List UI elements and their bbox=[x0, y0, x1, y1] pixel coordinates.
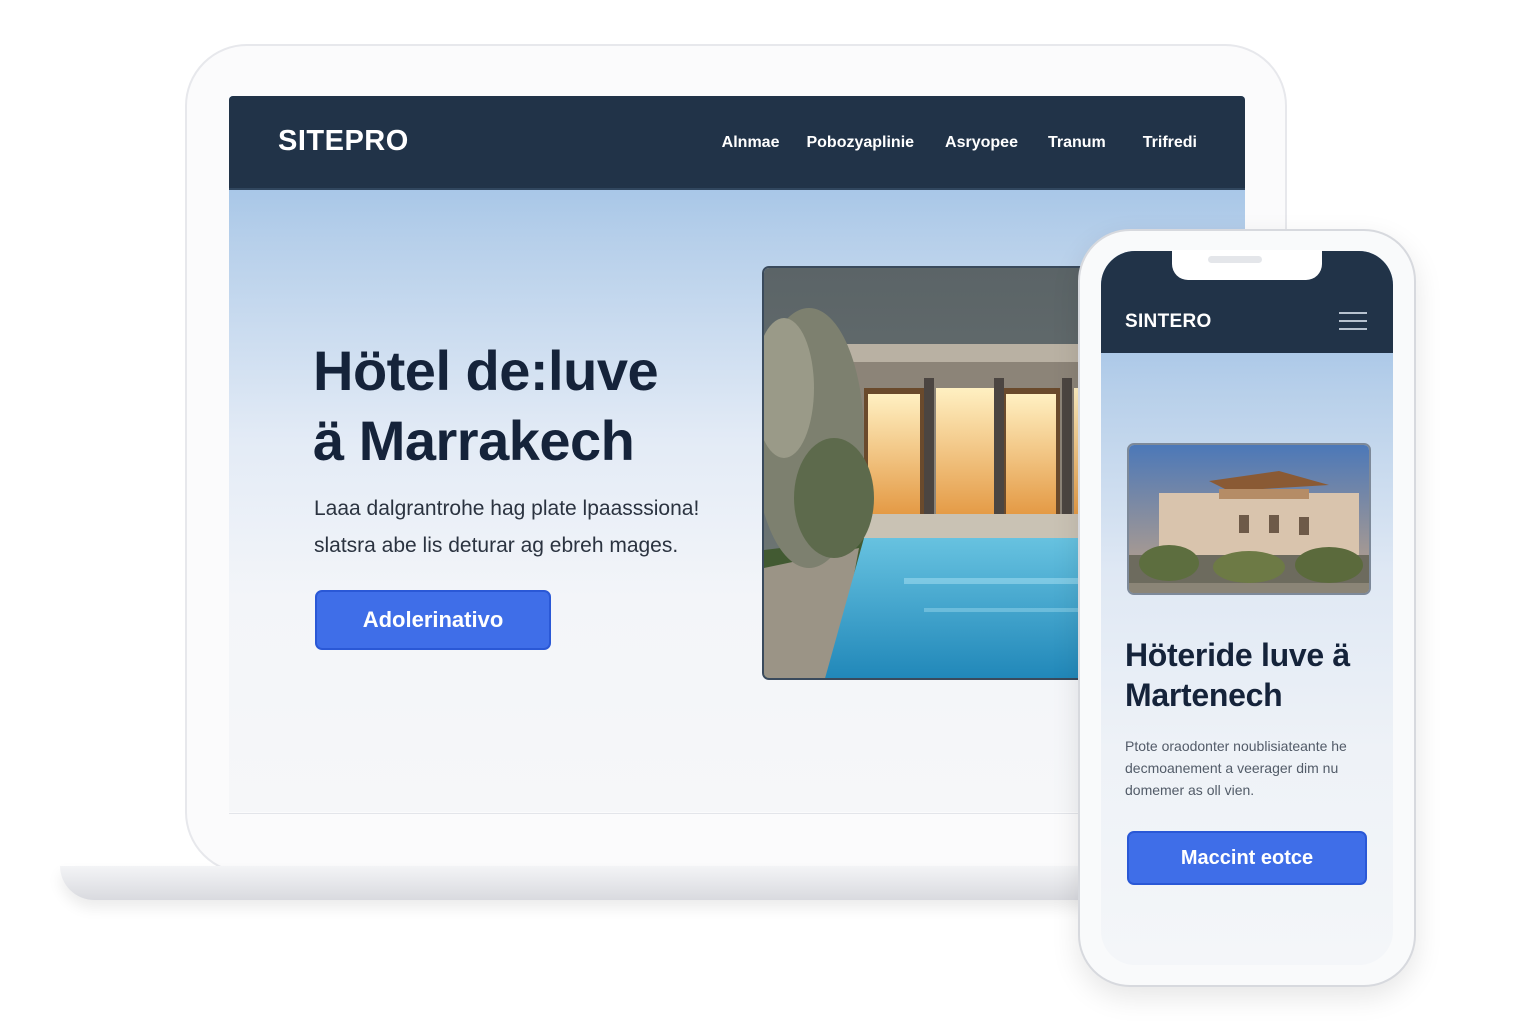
desktop-nav-links: Alnmae Pobozyaplinie Asryopee Tranum Tri… bbox=[722, 134, 1197, 152]
desktop-hero-cta-button[interactable]: Adolerinativo bbox=[315, 590, 551, 650]
desktop-hero-title: Hötel de:luve ä Marrakech bbox=[313, 336, 733, 476]
mobile-hotel-image bbox=[1127, 443, 1371, 595]
hero-title-line-2: ä Marrakech bbox=[313, 409, 635, 472]
mobile-hero-title: Höteride luve ä Martenech bbox=[1125, 637, 1350, 713]
mobile-brand-logo[interactable]: SINTERO bbox=[1125, 311, 1212, 333]
nav-link-asryopee[interactable]: Asryopee bbox=[945, 134, 1018, 152]
laptop-base bbox=[60, 866, 1220, 900]
desktop-brand-logo[interactable]: SITEPRO bbox=[278, 125, 409, 158]
mobile-hero-cta-button[interactable]: Maccint eotce bbox=[1127, 831, 1367, 885]
phone-speaker bbox=[1208, 256, 1262, 263]
nav-link-tranum[interactable]: Tranum bbox=[1048, 134, 1106, 152]
nav-link-pobozyaplinie[interactable]: Pobozyaplinie bbox=[806, 134, 914, 152]
nav-link-trifredi[interactable]: Trifredi bbox=[1143, 134, 1197, 152]
nav-link-alnmae[interactable]: Alnmae bbox=[722, 134, 780, 152]
mobile-site-screen: SINTERO Höteride luve ä Martenech Ptote … bbox=[1101, 251, 1393, 965]
mobile-hero-subtitle: Ptote oraodonter noublisiateante he decm… bbox=[1125, 738, 1347, 798]
hero-title-line-1: Hötel de:luve bbox=[313, 339, 659, 402]
hero-subtitle-line-2: slatsra abe lis deturar ag ebreh mages. bbox=[314, 534, 679, 557]
desktop-navbar: SITEPRO Alnmae Pobozyaplinie Asryopee Tr… bbox=[229, 96, 1245, 190]
hamburger-menu-icon[interactable] bbox=[1339, 312, 1367, 330]
desktop-hero-subtitle: Laaa dalgrantrohe hag plate lpaasssiona!… bbox=[314, 490, 734, 564]
hero-subtitle-line-1: Laaa dalgrantrohe hag plate lpaasssiona! bbox=[314, 497, 700, 520]
phone-notch bbox=[1172, 250, 1322, 280]
